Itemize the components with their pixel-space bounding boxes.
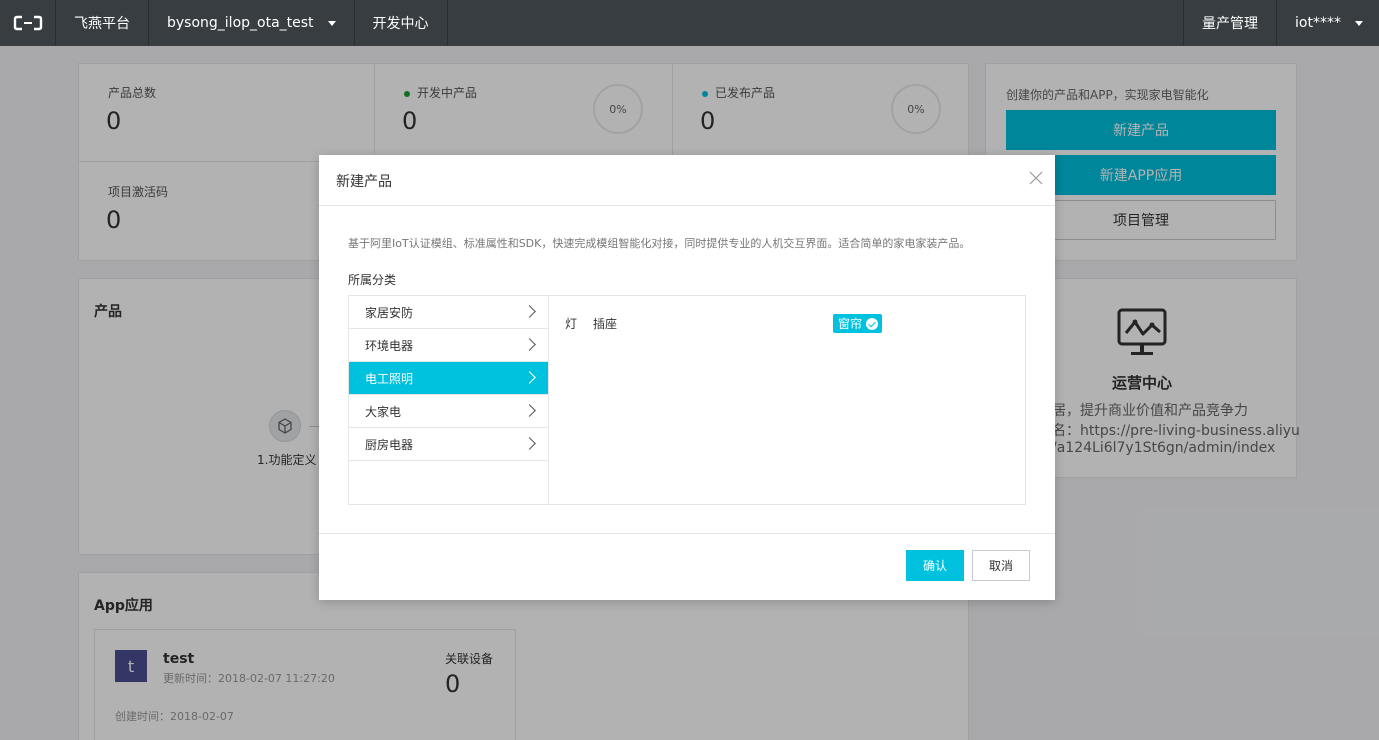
category-item-label: 厨房电器 (365, 437, 414, 452)
category-item-environment[interactable]: 环境电器 (349, 329, 548, 362)
aliyun-logo-icon[interactable] (0, 0, 56, 46)
chevron-right-icon (523, 437, 536, 450)
top-nav: 飞燕平台 bysong_ilop_ota_test 开发中心 量产管理 iot*… (0, 0, 1379, 46)
modal-header: 新建产品 (319, 155, 1055, 206)
category-picker: 家居安防 环境电器 电工照明 大家电 厨房电器 灯 插座 窗帘 (348, 295, 1026, 505)
category-item-label: 环境电器 (365, 338, 414, 353)
chevron-right-icon (523, 371, 536, 384)
category-item-electrical-lighting[interactable]: 电工照明 (349, 362, 548, 395)
chevron-right-icon (523, 404, 536, 417)
category-list: 家居安防 环境电器 电工照明 大家电 厨房电器 (349, 296, 549, 504)
category-label: 所属分类 (348, 273, 397, 287)
confirm-button[interactable]: 确认 (906, 550, 964, 581)
project-name: bysong_ilop_ota_test (167, 15, 314, 31)
nav-dev-center[interactable]: 开发中心 (355, 0, 448, 46)
user-name: iot**** (1295, 15, 1341, 31)
chevron-down-icon (1355, 20, 1363, 26)
category-item-large-appliance[interactable]: 大家电 (349, 395, 548, 428)
subcategory-light[interactable]: 灯 (565, 315, 577, 332)
cancel-button[interactable]: 取消 (972, 550, 1030, 581)
category-item-label: 大家电 (365, 404, 402, 419)
nav-platform[interactable]: 飞燕平台 (56, 0, 149, 46)
subcategory-area: 灯 插座 窗帘 (549, 296, 1025, 504)
subcategory-socket[interactable]: 插座 (593, 315, 617, 332)
category-item-home-security[interactable]: 家居安防 (349, 296, 548, 329)
chevron-right-icon (523, 338, 536, 351)
category-item-label: 电工照明 (365, 371, 414, 386)
nav-mass-production[interactable]: 量产管理 (1183, 0, 1276, 46)
close-icon[interactable] (1029, 170, 1043, 185)
subcategory-label: 窗帘 (838, 317, 863, 331)
subcategory-curtain-selected[interactable]: 窗帘 (833, 314, 883, 333)
new-product-modal: 新建产品 基于阿里IoT认证模组、标准属性和SDK，快速完成模组智能化对接，同时… (319, 155, 1055, 600)
category-item-label: 家居安防 (365, 305, 414, 320)
modal-description: 基于阿里IoT认证模组、标准属性和SDK，快速完成模组智能化对接，同时提供专业的… (348, 237, 971, 250)
check-icon (866, 317, 879, 330)
project-selector[interactable]: bysong_ilop_ota_test (149, 0, 355, 46)
user-menu[interactable]: iot**** (1276, 0, 1379, 46)
category-item-kitchen[interactable]: 厨房电器 (349, 428, 548, 461)
modal-title: 新建产品 (336, 174, 392, 190)
chevron-right-icon (523, 305, 536, 318)
chevron-down-icon (327, 20, 336, 26)
modal-footer-divider (319, 533, 1055, 534)
